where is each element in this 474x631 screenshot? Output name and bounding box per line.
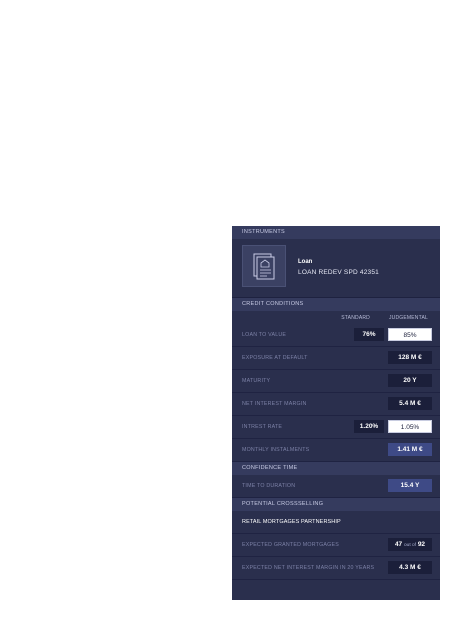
loan-to-value-row: LOAN TO VALUE 76% 85% <box>232 324 440 347</box>
crossselling-product: RETAIL MORTGAGES PARTNERSHIP <box>242 519 341 525</box>
interest-rate-label: INTREST RATE <box>242 424 283 430</box>
net-interest-margin-value: 5.4 M € <box>388 397 432 410</box>
loan-to-value-label: LOAN TO VALUE <box>242 332 287 338</box>
exposure-at-default-value: 128 M € <box>388 351 432 364</box>
maturity-value: 20 Y <box>388 374 432 387</box>
monthly-instalments-row: MONTHLY INSTALMENTS 1.41 M € <box>232 439 440 462</box>
expected-mortgages-label: EXPECTED GRANTED MORTGAGES <box>242 542 339 548</box>
judgemental-column-header: JUDGEMENTAL <box>388 315 428 321</box>
credit-column-headers: STANDARD JUDGEMENTAL <box>232 311 440 324</box>
monthly-instalments-label: MONTHLY INSTALMENTS <box>242 447 310 453</box>
crossselling-product-row: RETAIL MORTGAGES PARTNERSHIP <box>232 511 440 534</box>
instrument-type: Loan <box>298 259 313 265</box>
credit-conditions-header: CREDIT CONDITIONS <box>232 298 440 311</box>
instrument-detail-panel: INSTRUMENTS Loan LOAN REDEV SPD 42351 CR… <box>232 226 440 600</box>
time-to-duration-row: TIME TO DURATION 15.4 Y <box>232 475 440 498</box>
expected-margin-row: EXPECTED NET INTEREST MARGIN IN 20 YEARS… <box>232 557 440 580</box>
potential-crossselling-header: POTENTIAL CROSSSELLING <box>232 498 440 511</box>
document-icon <box>242 245 286 287</box>
net-interest-margin-label: NET INTEREST MARGIN <box>242 401 307 407</box>
confidence-time-header: CONFIDENCE TIME <box>232 462 440 475</box>
mortgages-total: 92 <box>417 541 426 548</box>
time-to-duration-value: 15.4 Y <box>388 479 432 492</box>
expected-margin-label: EXPECTED NET INTEREST MARGIN IN 20 YEARS <box>242 565 375 571</box>
exposure-at-default-row: EXPOSURE AT DEFAULT 128 M € <box>232 347 440 370</box>
instrument-card[interactable]: Loan LOAN REDEV SPD 42351 <box>232 239 440 298</box>
instrument-name: LOAN REDEV SPD 42351 <box>298 269 379 276</box>
maturity-row: MATURITY 20 Y <box>232 370 440 393</box>
mortgages-separator: out of <box>403 543 416 548</box>
interest-rate-standard: 1.20% <box>354 420 384 433</box>
expected-mortgages-row: EXPECTED GRANTED MORTGAGES 47 out of 92 <box>232 534 440 557</box>
exposure-at-default-label: EXPOSURE AT DEFAULT <box>242 355 308 361</box>
mortgages-count: 47 <box>394 541 403 548</box>
time-to-duration-label: TIME TO DURATION <box>242 483 296 489</box>
maturity-label: MATURITY <box>242 378 271 384</box>
loan-to-value-judgemental-input[interactable]: 85% <box>388 328 432 341</box>
interest-rate-row: INTREST RATE 1.20% 1.05% <box>232 416 440 439</box>
net-interest-margin-row: NET INTEREST MARGIN 5.4 M € <box>232 393 440 416</box>
expected-margin-value: 4.3 M € <box>388 561 432 574</box>
expected-mortgages-value: 47 out of 92 <box>388 538 432 551</box>
loan-to-value-standard: 76% <box>354 328 384 341</box>
instruments-header: INSTRUMENTS <box>232 226 440 239</box>
monthly-instalments-value: 1.41 M € <box>388 443 432 456</box>
interest-rate-judgemental-input[interactable]: 1.05% <box>388 420 432 433</box>
standard-column-header: STANDARD <box>341 315 370 321</box>
